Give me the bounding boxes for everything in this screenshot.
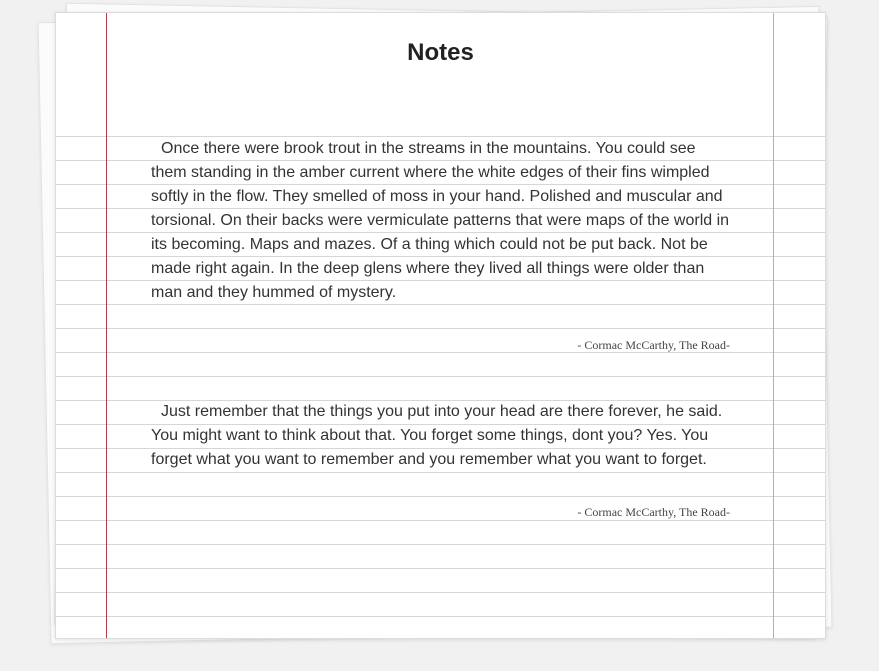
note-attribution: - Cormac McCarthy, The Road- xyxy=(577,505,730,519)
note-attribution: - Cormac McCarthy, The Road- xyxy=(577,338,730,352)
note-text: Once there were brook trout in the strea… xyxy=(151,140,730,301)
left-margin-line xyxy=(106,13,107,638)
stage: Notes Once there were brook trout in the… xyxy=(0,0,879,671)
notebook-paper: Notes Once there were brook trout in the… xyxy=(55,12,826,639)
page-title: Notes xyxy=(407,39,474,66)
right-margin-line xyxy=(773,13,774,638)
note-text: Just remember that the things you put in… xyxy=(151,403,723,468)
